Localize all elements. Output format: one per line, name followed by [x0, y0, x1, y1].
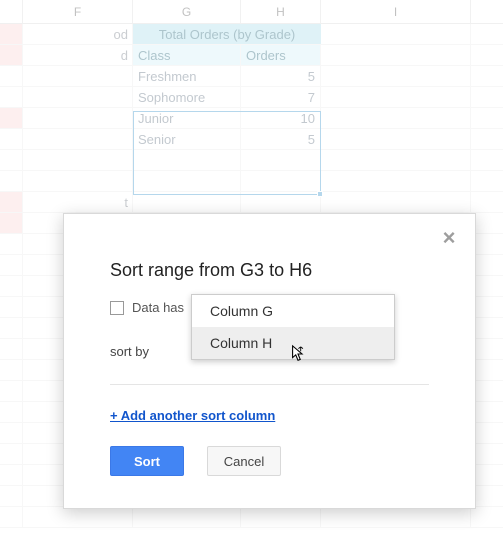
table-head-orders[interactable]: Orders — [241, 45, 321, 65]
header-row-checkbox[interactable] — [110, 301, 124, 315]
dialog-title: Sort range from G3 to H6 — [110, 260, 312, 281]
table-head-class[interactable]: Class — [133, 45, 241, 65]
checkbox-label: Data has — [132, 300, 184, 315]
cell[interactable] — [23, 108, 133, 128]
row-stub — [0, 45, 23, 65]
cell[interactable] — [321, 66, 471, 86]
row-stub — [0, 108, 23, 128]
cell[interactable] — [23, 66, 133, 86]
row-stub — [0, 87, 23, 107]
cell-class[interactable]: Junior — [133, 108, 241, 128]
row-stub — [0, 66, 23, 86]
col-header-g[interactable]: G — [133, 0, 241, 23]
sort-by-label: sort by — [110, 344, 149, 359]
cell[interactable] — [23, 87, 133, 107]
cell-class[interactable]: Sophomore — [133, 87, 241, 107]
cell[interactable]: od — [23, 24, 133, 44]
col-header-h[interactable]: H — [241, 0, 321, 23]
sort-button[interactable]: Sort — [110, 446, 184, 476]
cell-orders[interactable]: 10 — [241, 108, 321, 128]
cell-class[interactable]: Freshmen — [133, 66, 241, 86]
cell-orders[interactable]: 5 — [241, 129, 321, 149]
cell[interactable] — [23, 129, 133, 149]
close-icon[interactable]: × — [439, 228, 459, 248]
sort-column-dropdown[interactable]: Column G Column H — [191, 294, 395, 360]
col-header-f[interactable]: F — [23, 0, 133, 23]
row-stub — [0, 24, 23, 44]
cell-orders[interactable]: 7 — [241, 87, 321, 107]
sort-range-dialog: × Sort range from G3 to H6 Data has sort… — [63, 213, 476, 509]
dropdown-option-column-h[interactable]: Column H — [192, 327, 394, 359]
add-sort-column-link[interactable]: + Add another sort column — [110, 408, 275, 423]
cell[interactable] — [321, 24, 471, 44]
col-header-lead — [0, 0, 23, 23]
column-headers: F G H I — [0, 0, 503, 24]
cell[interactable]: d — [23, 45, 133, 65]
cell-class[interactable]: Senior — [133, 129, 241, 149]
cell-orders[interactable]: 5 — [241, 66, 321, 86]
dropdown-option-column-g[interactable]: Column G — [192, 295, 394, 327]
cell[interactable] — [321, 45, 471, 65]
cell[interactable] — [321, 129, 471, 149]
cell[interactable] — [321, 87, 471, 107]
table-title-merged[interactable]: Total Orders (by Grade) — [133, 24, 321, 45]
cell[interactable]: t — [23, 192, 133, 212]
col-header-i[interactable]: I — [321, 0, 471, 23]
divider — [110, 384, 429, 385]
cancel-button[interactable]: Cancel — [207, 446, 281, 476]
cell[interactable] — [321, 108, 471, 128]
row-stub — [0, 129, 23, 149]
